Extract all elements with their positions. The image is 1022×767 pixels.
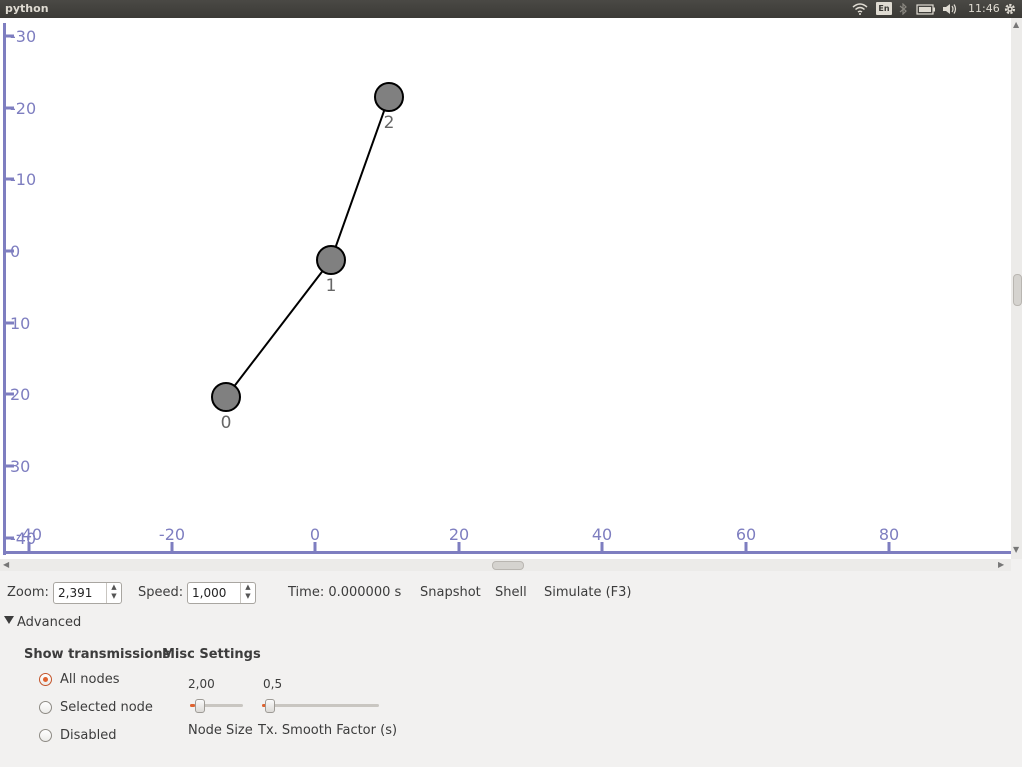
node-1[interactable]: 1: [316, 245, 346, 296]
link-1-2: [330, 96, 390, 261]
y-tick: -30: [6, 27, 36, 46]
x-tick: 60: [736, 525, 756, 551]
smooth-factor-value: 0,5: [263, 677, 283, 691]
x-tick-label: 20: [449, 525, 469, 544]
smooth-factor-label: Tx. Smooth Factor (s): [258, 723, 398, 738]
y-tick: 0: [6, 242, 20, 261]
x-tick-label: 0: [310, 525, 320, 544]
x-tick: 0: [310, 525, 320, 551]
misc-settings-title: Misc Settings: [162, 647, 261, 662]
y-tick-label: 10: [10, 314, 30, 333]
x-tick: 40: [592, 525, 612, 551]
x-tick-label: 80: [879, 525, 899, 544]
smooth-factor-slider-handle[interactable]: [265, 699, 275, 713]
vertical-scroll-thumb[interactable]: [1013, 274, 1022, 306]
node-label: 2: [384, 113, 395, 133]
x-tick-label: -40: [16, 525, 42, 544]
node-size-label: Node Size: [188, 723, 253, 738]
y-tick-label: -20: [10, 99, 36, 118]
zoom-spinner[interactable]: 2,391 ▲ ▼: [53, 582, 122, 604]
horizontal-scrollbar[interactable]: ◀ ▶: [0, 559, 1011, 571]
time-readout: Time: 0.000000 s: [288, 585, 402, 600]
node-label: 0: [221, 413, 232, 433]
x-tick: -20: [159, 525, 185, 551]
topology-canvas[interactable]: -30 -20 -10 0 10 20 30 -40 -40 -20 0 20 …: [0, 18, 1011, 559]
x-tick: 80: [879, 525, 899, 551]
volume-icon[interactable]: [942, 0, 958, 18]
y-tick: 20: [6, 385, 30, 404]
show-transmissions-title: Show transmissions: [24, 647, 171, 662]
keyboard-layout-indicator[interactable]: En: [876, 2, 892, 15]
y-tick-label: -10: [10, 170, 36, 189]
x-tick: 20: [449, 525, 469, 551]
y-tick-label: -30: [10, 27, 36, 46]
clock[interactable]: 11:46: [968, 2, 1000, 15]
scroll-right-icon[interactable]: ▶: [998, 561, 1004, 569]
expander-arrow-icon[interactable]: [4, 616, 14, 624]
radio-selected-node-label[interactable]: Selected node: [60, 700, 153, 715]
speed-label: Speed:: [138, 585, 184, 600]
speed-stepper-buttons[interactable]: ▲ ▼: [240, 583, 255, 603]
radio-all-nodes[interactable]: [39, 673, 52, 686]
y-tick-label: 20: [10, 385, 30, 404]
node-0[interactable]: 0: [211, 382, 241, 433]
link-0-1: [225, 259, 332, 398]
advanced-expander[interactable]: Advanced: [17, 615, 81, 630]
scroll-left-icon[interactable]: ◀: [3, 561, 9, 569]
node-label: 1: [326, 276, 337, 296]
zoom-stepper-buttons[interactable]: ▲ ▼: [106, 583, 121, 603]
y-tick-label: 30: [10, 457, 30, 476]
battery-icon[interactable]: [916, 0, 936, 18]
app-title: python: [5, 2, 49, 15]
wifi-icon[interactable]: [852, 0, 868, 18]
scroll-down-icon[interactable]: ▼: [1013, 546, 1019, 554]
radio-disabled-label[interactable]: Disabled: [60, 728, 116, 743]
topology-plot[interactable]: -30 -20 -10 0 10 20 30 -40 -40 -20 0 20 …: [0, 18, 1011, 559]
y-tick: 10: [6, 314, 30, 333]
vertical-scrollbar[interactable]: ▲ ▼: [1011, 18, 1022, 559]
radio-all-nodes-label[interactable]: All nodes: [60, 672, 119, 687]
simulate-button[interactable]: Simulate (F3): [544, 585, 631, 600]
node-size-slider-handle[interactable]: [195, 699, 205, 713]
speed-input[interactable]: 1,000: [192, 586, 226, 600]
x-tick-label: 40: [592, 525, 612, 544]
horizontal-scroll-thumb[interactable]: [492, 561, 524, 570]
speed-spinner[interactable]: 1,000 ▲ ▼: [187, 582, 256, 604]
zoom-input[interactable]: 2,391: [58, 586, 92, 600]
radio-disabled[interactable]: [39, 729, 52, 742]
x-tick-label: 60: [736, 525, 756, 544]
y-tick: -10: [6, 170, 36, 189]
top-panel: python En 11:46: [0, 0, 1022, 18]
shell-button[interactable]: Shell: [495, 585, 527, 600]
bluetooth-icon[interactable]: [899, 0, 907, 18]
gear-icon[interactable]: [1003, 0, 1017, 18]
radio-selected-node[interactable]: [39, 701, 52, 714]
y-tick-label: 0: [10, 242, 20, 261]
zoom-label: Zoom:: [7, 585, 49, 600]
snapshot-button[interactable]: Snapshot: [420, 585, 481, 600]
y-tick: 30: [6, 457, 30, 476]
scroll-up-icon[interactable]: ▲: [1013, 21, 1019, 29]
y-tick: -20: [6, 99, 36, 118]
node-size-value: 2,00: [188, 677, 215, 691]
x-tick-label: -20: [159, 525, 185, 544]
smooth-factor-slider[interactable]: [262, 704, 379, 707]
